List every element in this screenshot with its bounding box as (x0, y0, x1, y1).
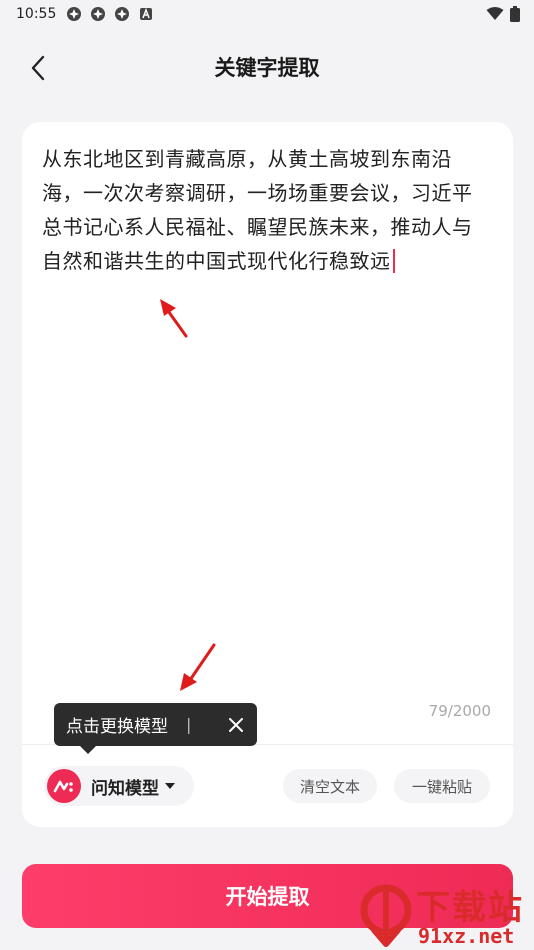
close-icon (229, 717, 243, 732)
app-notification-icon (115, 7, 130, 21)
tooltip-text: 点击更换模型 (66, 717, 168, 737)
text-cursor (392, 249, 395, 273)
model-tooltip: 点击更换模型 | (54, 703, 257, 754)
keyboard-a-icon (140, 7, 153, 20)
status-notification-icons (66, 6, 154, 22)
battery-icon (510, 6, 520, 22)
app-notification-icon (91, 7, 106, 21)
status-time: 10:55 (16, 6, 57, 22)
watermark-url: 91xz.net (418, 924, 515, 948)
page-title: 关键字提取 (214, 56, 320, 80)
tooltip-separator: | (186, 715, 192, 734)
tooltip-close-button[interactable] (227, 716, 245, 734)
app-notification-icon (67, 7, 82, 21)
caret-down-icon (165, 783, 175, 789)
wifi-icon (486, 7, 504, 20)
model-selector-button[interactable]: 问知模型 (44, 766, 194, 806)
watermark-title: 下载站 (416, 888, 524, 928)
text-input[interactable]: 从东北地区到青藏高原，从黄土高坡到东南沿海，一次次考察调研，一场场重要会议，习近… (42, 142, 492, 278)
app-bar: 关键字提取 (0, 40, 534, 96)
paste-button[interactable]: 一键粘贴 (394, 769, 490, 803)
model-name: 问知模型 (91, 778, 159, 799)
status-system-icons (486, 6, 520, 22)
site-watermark: 下载站 91xz.net (358, 878, 534, 950)
model-logo-icon (47, 769, 81, 803)
character-counter: 79/2000 (428, 702, 491, 720)
watermark-logo-icon (360, 884, 412, 947)
text-input-content: 从东北地区到青藏高原，从黄土高坡到东南沿海，一次次考察调研，一场场重要会议，习近… (42, 147, 473, 273)
clear-text-button[interactable]: 清空文本 (283, 769, 377, 803)
status-bar: 10:55 (0, 0, 534, 28)
